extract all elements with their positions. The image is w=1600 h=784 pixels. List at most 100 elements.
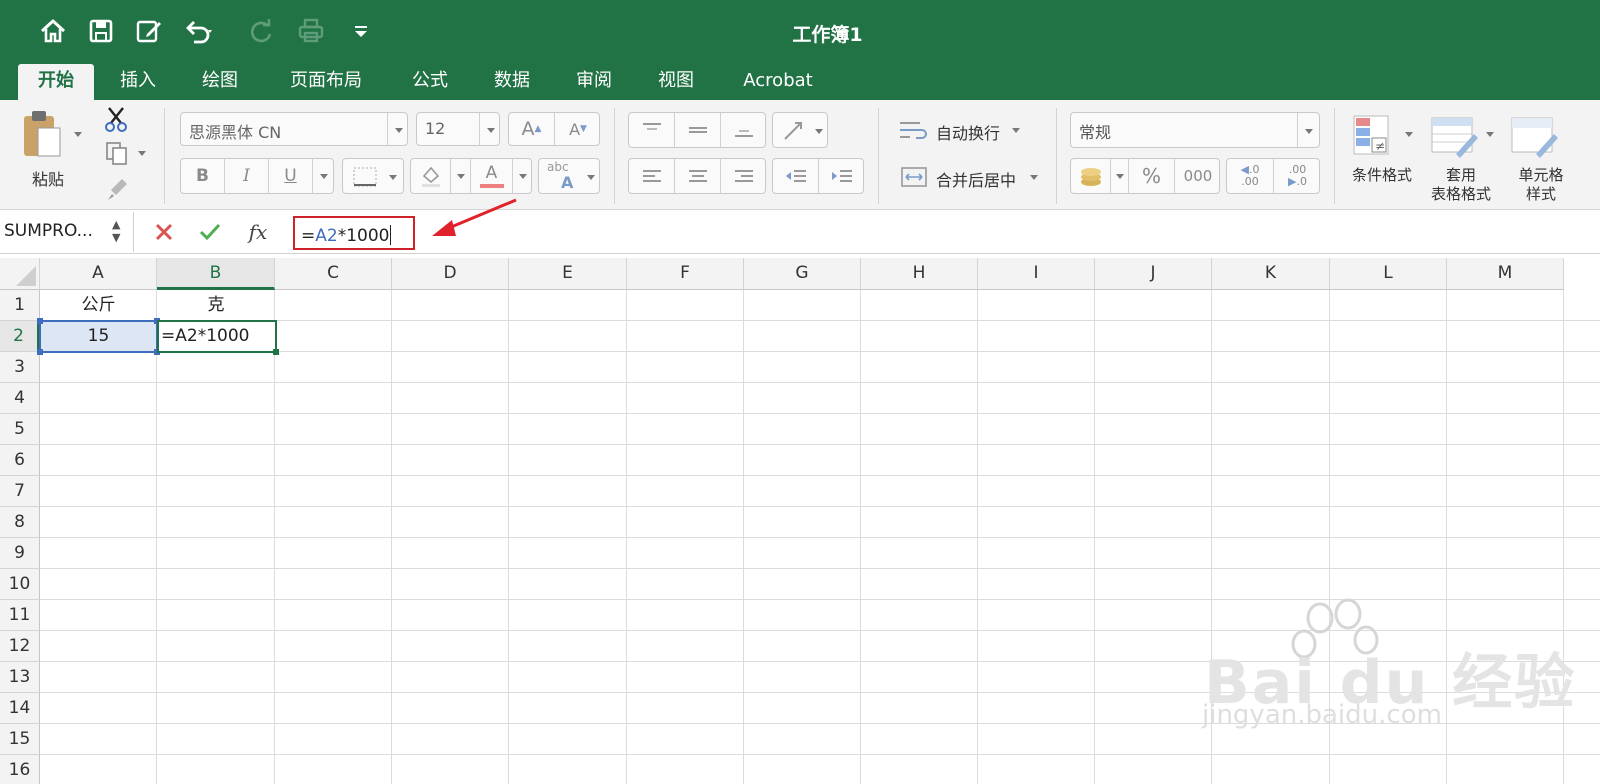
tab-data[interactable]: 数据: [482, 64, 542, 100]
row-header-4[interactable]: 4: [0, 383, 40, 414]
column-header-F[interactable]: F: [627, 258, 744, 290]
fill-color-dropdown-icon[interactable]: [451, 159, 471, 193]
row-header-1[interactable]: 1: [0, 290, 40, 321]
column-header-H[interactable]: H: [861, 258, 978, 290]
currency-dropdown-icon[interactable]: [1111, 159, 1129, 193]
row-header-5[interactable]: 5: [0, 414, 40, 445]
copy-dropdown-icon[interactable]: [138, 151, 146, 156]
align-middle-icon[interactable]: [675, 113, 721, 147]
decrease-decimal-button[interactable]: .00 ▶.0: [1274, 159, 1321, 193]
row-header-16[interactable]: 16: [0, 755, 40, 784]
tab-draw[interactable]: 绘图: [190, 64, 250, 100]
borders-button[interactable]: [342, 158, 404, 194]
tab-acrobat[interactable]: Acrobat: [730, 64, 826, 100]
increase-indent-icon[interactable]: [819, 159, 865, 193]
font-color-dropdown-icon[interactable]: [513, 159, 533, 193]
select-all-corner[interactable]: [0, 258, 40, 290]
merge-center-icon[interactable]: [900, 166, 928, 188]
cell-styles-icon[interactable]: [1510, 114, 1562, 158]
increase-decimal-button[interactable]: ◀.0 .00: [1227, 159, 1274, 193]
formula-input[interactable]: =A2*1000: [293, 216, 415, 250]
copy-icon[interactable]: [104, 140, 130, 166]
row-header-2[interactable]: 2: [0, 321, 40, 352]
cell-styles-label[interactable]: 单元格 样式: [1506, 166, 1576, 204]
font-size-select[interactable]: 12: [416, 112, 500, 146]
bold-button[interactable]: B: [181, 159, 225, 193]
format-as-table-dropdown-icon[interactable]: [1486, 132, 1494, 137]
column-header-D[interactable]: D: [392, 258, 509, 290]
cell-B2[interactable]: =A2*1000: [157, 320, 277, 353]
wrap-text-dropdown-icon[interactable]: [1012, 128, 1020, 133]
decrease-indent-icon[interactable]: [773, 159, 819, 193]
column-header-I[interactable]: I: [978, 258, 1095, 290]
underline-dropdown-icon[interactable]: [313, 159, 335, 193]
paste-label[interactable]: 粘贴: [32, 166, 64, 190]
column-header-J[interactable]: J: [1095, 258, 1212, 290]
orientation-button[interactable]: [772, 112, 828, 148]
cancel-icon[interactable]: [150, 218, 178, 246]
grow-font-button[interactable]: A ▲: [509, 113, 555, 145]
wrap-text-label[interactable]: 自动换行: [936, 120, 1000, 144]
cell-A2[interactable]: 15: [39, 320, 158, 353]
column-header-K[interactable]: K: [1212, 258, 1330, 290]
align-right-icon[interactable]: [721, 159, 767, 193]
fill-handle[interactable]: [273, 349, 279, 355]
italic-button[interactable]: I: [225, 159, 269, 193]
paste-icon[interactable]: [20, 108, 64, 160]
row-header-6[interactable]: 6: [0, 445, 40, 476]
cut-icon[interactable]: [102, 106, 130, 134]
align-top-icon[interactable]: [629, 113, 675, 147]
tab-home[interactable]: 开始: [18, 64, 94, 100]
format-as-table-icon[interactable]: [1430, 114, 1482, 158]
tab-insert[interactable]: 插入: [108, 64, 168, 100]
row-header-7[interactable]: 7: [0, 476, 40, 507]
wrap-text-icon[interactable]: [898, 118, 930, 142]
row-header-12[interactable]: 12: [0, 631, 40, 662]
conditional-format-dropdown-icon[interactable]: [1405, 132, 1413, 137]
font-name-select[interactable]: 思源黑体 CN: [180, 112, 408, 146]
row-header-13[interactable]: 13: [0, 662, 40, 693]
align-left-icon[interactable]: [629, 159, 675, 193]
row-header-11[interactable]: 11: [0, 600, 40, 631]
tab-formulas[interactable]: 公式: [400, 64, 460, 100]
enter-check-icon[interactable]: [196, 218, 224, 246]
tab-view[interactable]: 视图: [646, 64, 706, 100]
conditional-format-icon[interactable]: ≠: [1352, 114, 1400, 158]
phonetic-button[interactable]: abc A: [538, 158, 600, 194]
fill-color-icon[interactable]: [411, 159, 451, 193]
merge-center-dropdown-icon[interactable]: [1030, 175, 1038, 180]
column-header-G[interactable]: G: [744, 258, 861, 290]
column-header-B[interactable]: B: [157, 258, 275, 290]
name-box[interactable]: SUMPRO... ▲ ▼: [0, 212, 134, 252]
name-box-stepper-icon[interactable]: ▲ ▼: [112, 218, 120, 244]
format-painter-icon[interactable]: [104, 176, 130, 202]
comma-style-button[interactable]: 000: [1175, 159, 1221, 193]
row-header-9[interactable]: 9: [0, 538, 40, 569]
insert-function-button[interactable]: fx: [244, 218, 272, 246]
tab-review[interactable]: 审阅: [564, 64, 624, 100]
shrink-font-button[interactable]: A ▼: [555, 113, 601, 145]
cell-A1[interactable]: 公斤: [40, 290, 157, 321]
row-header-14[interactable]: 14: [0, 693, 40, 724]
row-header-3[interactable]: 3: [0, 352, 40, 383]
column-header-M[interactable]: M: [1447, 258, 1564, 290]
number-format-select[interactable]: 常规: [1070, 112, 1320, 148]
cell-B1[interactable]: 克: [157, 290, 275, 321]
tab-page-layout[interactable]: 页面布局: [278, 64, 374, 100]
column-header-C[interactable]: C: [275, 258, 392, 290]
column-header-E[interactable]: E: [509, 258, 627, 290]
underline-button[interactable]: U: [269, 159, 313, 193]
percent-button[interactable]: %: [1129, 159, 1175, 193]
row-header-15[interactable]: 15: [0, 724, 40, 755]
format-as-table-label[interactable]: 套用 表格格式: [1420, 166, 1502, 204]
conditional-format-label[interactable]: 条件格式: [1342, 166, 1422, 185]
paste-dropdown-icon[interactable]: [74, 132, 82, 137]
align-center-icon[interactable]: [675, 159, 721, 193]
currency-icon[interactable]: [1071, 159, 1111, 193]
column-header-A[interactable]: A: [40, 258, 157, 290]
column-header-L[interactable]: L: [1330, 258, 1447, 290]
row-header-10[interactable]: 10: [0, 569, 40, 600]
align-bottom-icon[interactable]: [721, 113, 767, 147]
row-header-8[interactable]: 8: [0, 507, 40, 538]
merge-center-label[interactable]: 合并后居中: [936, 167, 1016, 191]
